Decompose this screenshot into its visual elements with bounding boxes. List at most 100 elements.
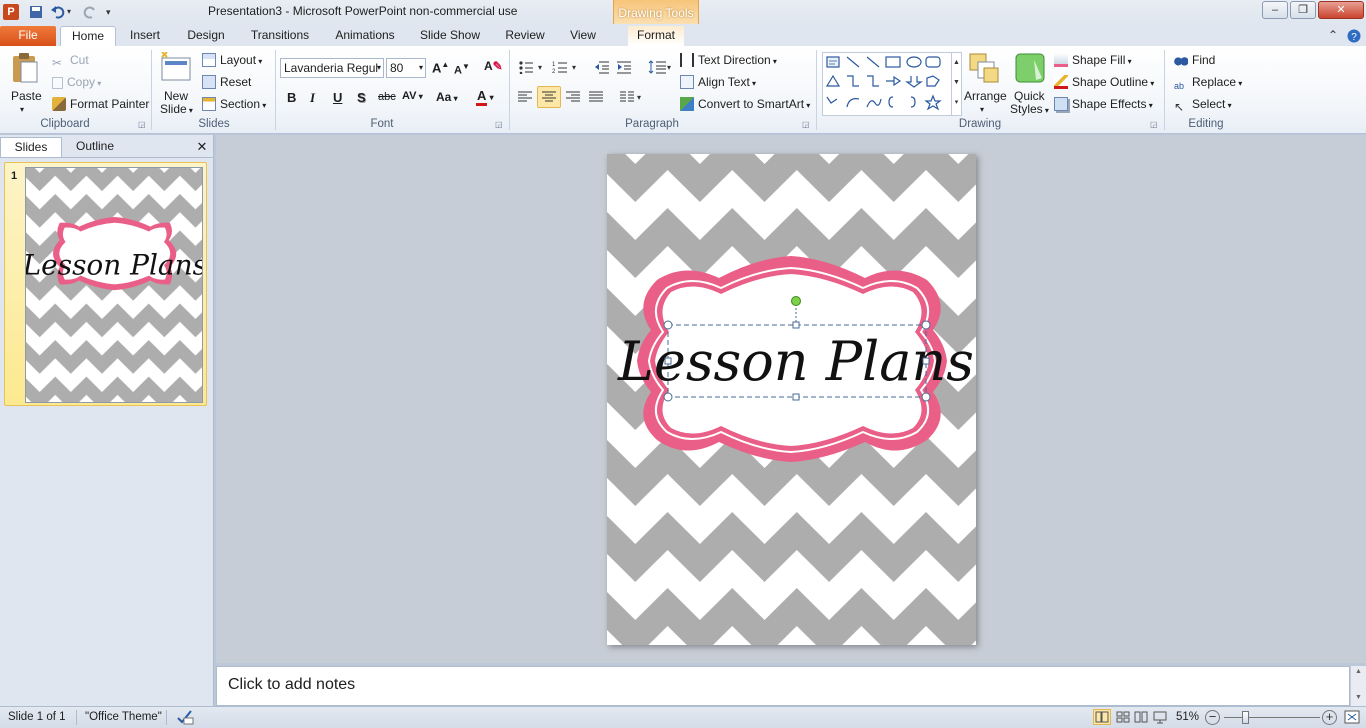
font-color-button[interactable]: A ▾ (476, 88, 494, 106)
tab-animations[interactable]: Animations (330, 26, 400, 46)
align-left-icon[interactable] (518, 91, 532, 103)
paste-button[interactable]: Paste (11, 88, 42, 104)
text-shadow-button[interactable]: S (357, 90, 366, 105)
theme-name[interactable]: "Office Theme" (85, 711, 162, 723)
zoom-level[interactable]: 51% (1176, 711, 1199, 723)
help-icon[interactable]: ? (1346, 26, 1362, 46)
numbering-icon[interactable]: 1 2 ▾ (552, 60, 582, 75)
undo-icon[interactable] (50, 4, 66, 20)
close-button[interactable]: ✕ (1318, 1, 1364, 19)
tab-view[interactable]: View (562, 26, 604, 46)
quick-styles-button[interactable]: Styles ▾ (1010, 101, 1049, 119)
cut-button[interactable]: ✂ Cut (52, 52, 89, 70)
increase-indent-icon[interactable] (616, 60, 632, 74)
paste-icon[interactable] (10, 52, 40, 83)
tab-file[interactable]: File (0, 26, 56, 46)
notes-placeholder[interactable]: Click to add notes (228, 676, 355, 694)
columns-icon[interactable]: ▾ (620, 91, 646, 103)
reading-view-icon[interactable] (1133, 710, 1149, 724)
grow-font-icon[interactable]: A▲ (432, 60, 449, 75)
arrange-button[interactable]: Arrange (964, 88, 1007, 104)
font-size-combo[interactable]: 80 ▾ (386, 58, 426, 78)
new-slide-button[interactable]: Slide ▾ (160, 101, 193, 119)
zoom-slider-thumb[interactable] (1242, 711, 1249, 724)
section-button[interactable]: Section ▾ (202, 96, 266, 114)
zoom-out-icon[interactable]: − (1205, 710, 1220, 725)
paragraph-launcher-icon[interactable]: ◲ (802, 120, 810, 129)
tab-review[interactable]: Review (500, 26, 550, 46)
scroll-down-icon[interactable]: ▼ (1351, 692, 1366, 704)
reset-button[interactable]: Reset (202, 74, 251, 90)
change-case-button[interactable]: Aa ▾ (436, 90, 458, 104)
tab-slides[interactable]: Slides (0, 137, 62, 157)
redo-icon[interactable] (82, 4, 98, 20)
arrange-dropdown-icon[interactable]: ▾ (980, 102, 984, 118)
save-icon[interactable] (28, 4, 44, 20)
slide-show-icon[interactable] (1152, 710, 1168, 724)
zoom-in-icon[interactable]: + (1322, 710, 1337, 725)
shrink-font-icon[interactable]: A▼ (454, 62, 470, 77)
spell-check-icon[interactable] (176, 709, 194, 725)
scroll-up-icon[interactable]: ▲ (1351, 666, 1366, 678)
format-painter-button[interactable]: Format Painter (52, 96, 149, 112)
justify-icon[interactable] (589, 91, 603, 103)
align-right-icon[interactable] (566, 91, 580, 103)
tab-design[interactable]: Design (178, 26, 234, 46)
shapes-gallery-scroll[interactable]: ▲ ▼ ▾ (951, 53, 961, 115)
decrease-indent-icon[interactable] (594, 60, 610, 74)
font-name-combo[interactable]: Lavanderia Regul ▾ (280, 58, 384, 78)
bold-button[interactable]: B (287, 90, 296, 105)
rotation-handle[interactable] (791, 296, 801, 306)
minimize-ribbon-icon[interactable]: ⌃ (1326, 26, 1340, 46)
customize-toolbar-icon[interactable]: ▾ (106, 4, 116, 20)
align-center-button[interactable] (537, 86, 561, 108)
select-button[interactable]: ↖ Select ▾ (1174, 96, 1232, 114)
align-text-button[interactable]: Align Text ▾ (680, 74, 756, 92)
tab-slide-show[interactable]: Slide Show (414, 26, 486, 46)
restore-button[interactable]: ❐ (1290, 1, 1316, 19)
layout-button[interactable]: Layout ▾ (202, 52, 262, 70)
slide-indicator[interactable]: Slide 1 of 1 (8, 711, 66, 723)
slide-thumbnail-selected[interactable]: 1 Lesson Plans (4, 162, 207, 406)
slide-sorter-icon[interactable] (1115, 710, 1131, 724)
shape-fill-button[interactable]: Shape Fill ▾ (1054, 52, 1132, 70)
character-spacing-button[interactable]: AV ▾ (402, 90, 423, 102)
clear-formatting-icon[interactable]: A✎ (484, 59, 503, 73)
new-slide-icon[interactable] (160, 51, 192, 82)
quick-styles-icon[interactable] (1014, 52, 1046, 86)
tab-insert[interactable]: Insert (122, 26, 168, 46)
italic-button[interactable]: I (310, 90, 315, 106)
text-direction-button[interactable]: Text Direction ▾ (680, 52, 777, 70)
paste-dropdown-icon[interactable]: ▾ (20, 102, 24, 118)
tab-format[interactable]: Format (628, 26, 684, 46)
clipboard-launcher-icon[interactable]: ◲ (138, 120, 146, 129)
bullets-icon[interactable]: ▾ (518, 60, 548, 75)
notes-pane[interactable]: Click to add notes (216, 666, 1350, 706)
shapes-gallery[interactable]: ▲ ▼ ▾ (822, 52, 962, 116)
font-launcher-icon[interactable]: ◲ (495, 120, 503, 129)
shape-effects-button[interactable]: Shape Effects ▾ (1054, 96, 1153, 114)
line-spacing-icon[interactable]: ▾ (648, 60, 674, 74)
copy-button[interactable]: Copy ▾ (52, 74, 101, 92)
zoom-slider-track[interactable] (1224, 717, 1320, 718)
underline-button[interactable]: U (333, 90, 342, 105)
replace-button[interactable]: ab Replace ▾ (1174, 74, 1242, 93)
close-pane-icon[interactable]: ✕ (194, 137, 210, 157)
drawing-launcher-icon[interactable]: ◲ (1150, 120, 1158, 129)
tab-outline[interactable]: Outline (64, 137, 126, 157)
fit-slide-icon[interactable] (1343, 709, 1361, 725)
powerpoint-logo-icon[interactable]: P (3, 4, 19, 20)
slide-thumbnail[interactable]: Lesson Plans (25, 167, 203, 403)
notes-scrollbar[interactable]: ▲ ▼ (1350, 666, 1366, 706)
arrange-icon[interactable] (966, 52, 1002, 86)
strikethrough-button[interactable]: abc (378, 91, 396, 103)
tab-home[interactable]: Home (60, 26, 116, 46)
minimize-button[interactable]: – (1262, 1, 1288, 19)
normal-view-icon[interactable] (1093, 709, 1111, 725)
slide-canvas[interactable]: Lesson Plans (607, 154, 976, 645)
shape-outline-button[interactable]: Shape Outline ▾ (1054, 74, 1154, 92)
tab-transitions[interactable]: Transitions (246, 26, 314, 46)
undo-dropdown-icon[interactable]: ▾ (67, 4, 75, 20)
convert-smartart-button[interactable]: Convert to SmartArt ▾ (680, 96, 810, 114)
find-button[interactable]: Find (1174, 52, 1215, 68)
